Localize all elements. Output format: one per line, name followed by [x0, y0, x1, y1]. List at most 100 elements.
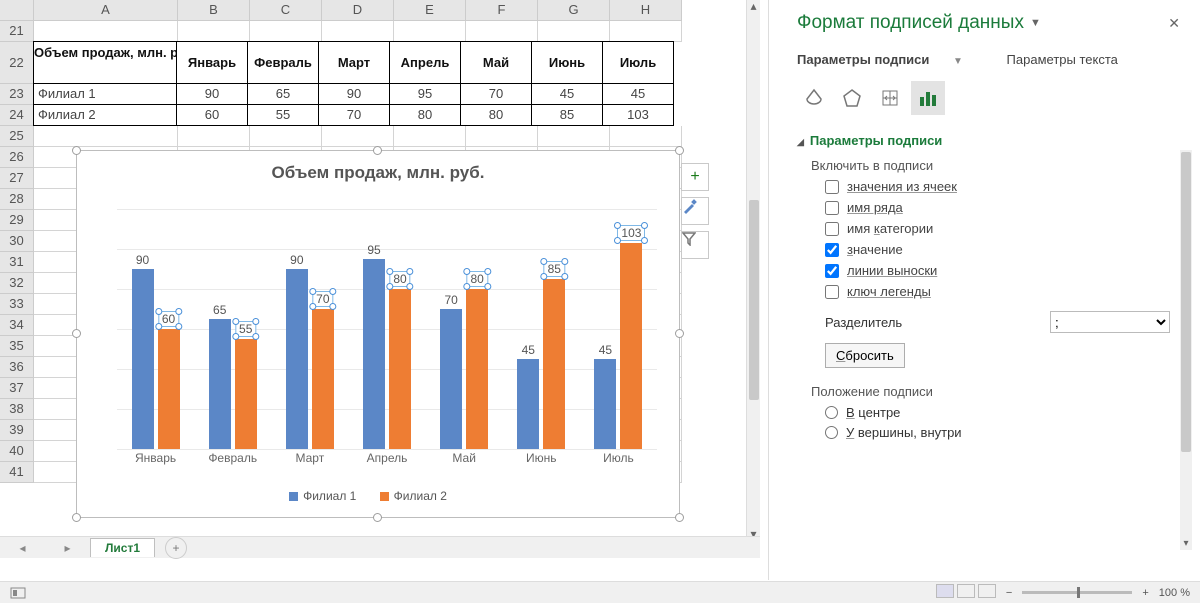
table-cell[interactable]: 80 — [460, 104, 532, 126]
cell[interactable] — [250, 21, 322, 42]
column-header[interactable]: F — [466, 0, 538, 21]
fill-line-tab-icon[interactable] — [797, 81, 831, 115]
data-label[interactable]: 65 — [213, 303, 226, 317]
x-axis-label[interactable]: Апрель — [367, 451, 408, 465]
cell[interactable] — [466, 126, 538, 147]
row-header[interactable]: 27 — [0, 168, 34, 189]
table-cell[interactable]: Филиал 2 — [33, 104, 177, 126]
table-cell[interactable]: 85 — [531, 104, 603, 126]
bar[interactable] — [517, 359, 539, 449]
table-cell[interactable]: 55 — [247, 104, 319, 126]
column-header[interactable]: B — [178, 0, 250, 21]
bar[interactable] — [363, 259, 385, 449]
bar[interactable] — [543, 279, 565, 449]
checkbox-category-name[interactable]: имя категории — [825, 221, 1170, 236]
row-header[interactable]: 21 — [0, 21, 34, 42]
table-header-cell[interactable]: Март — [318, 41, 390, 84]
table-header-cell[interactable]: Апрель — [389, 41, 461, 84]
cell[interactable] — [178, 126, 250, 147]
vertical-scrollbar[interactable]: ▴ ▾ — [746, 0, 760, 542]
data-label[interactable]: 90 — [136, 253, 149, 267]
table-header-cell[interactable]: Июль — [602, 41, 674, 84]
pane-dropdown-icon[interactable]: ▼ — [1030, 17, 1041, 29]
cell[interactable] — [34, 126, 178, 147]
bar[interactable] — [312, 309, 334, 449]
cell[interactable] — [394, 126, 466, 147]
row-header[interactable]: 23 — [0, 84, 34, 105]
x-axis-label[interactable]: Июль — [603, 451, 634, 465]
data-label[interactable]: 80 — [389, 271, 410, 287]
row-header[interactable]: 35 — [0, 336, 34, 357]
table-cell[interactable]: 90 — [176, 83, 248, 105]
column-header[interactable]: G — [538, 0, 610, 21]
checkbox-series-name[interactable]: имя ряда — [825, 200, 1170, 215]
label-options-tab-icon[interactable] — [911, 81, 945, 115]
close-pane-button[interactable]: ✕ — [1168, 15, 1180, 32]
record-macro-icon[interactable] — [10, 587, 26, 599]
data-label[interactable]: 45 — [522, 343, 535, 357]
cell[interactable] — [466, 21, 538, 42]
chart-styles-button[interactable] — [681, 197, 709, 225]
data-label[interactable]: 85 — [544, 261, 565, 277]
row-header[interactable]: 24 — [0, 105, 34, 126]
table-cell[interactable]: 45 — [602, 83, 674, 105]
table-cell[interactable]: 80 — [389, 104, 461, 126]
size-tab-icon[interactable] — [873, 81, 907, 115]
x-axis-label[interactable]: Февраль — [208, 451, 257, 465]
table-header-cell[interactable]: Февраль — [247, 41, 319, 84]
legend-item[interactable]: Филиал 2 — [394, 489, 447, 503]
radio-inside-top[interactable]: У вершины, внутри — [825, 425, 1170, 440]
table-cell[interactable]: 90 — [318, 83, 390, 105]
table-cell[interactable]: 103 — [602, 104, 674, 126]
cell[interactable] — [538, 126, 610, 147]
cell[interactable] — [322, 21, 394, 42]
data-label[interactable]: 70 — [444, 293, 457, 307]
x-axis-label[interactable]: Май — [452, 451, 476, 465]
cell[interactable] — [610, 21, 682, 42]
bar[interactable] — [620, 243, 642, 449]
column-header[interactable]: E — [394, 0, 466, 21]
row-header[interactable]: 26 — [0, 147, 34, 168]
sheet-tab[interactable]: Лист1 — [90, 538, 155, 557]
cell[interactable] — [34, 21, 178, 42]
cell[interactable] — [250, 126, 322, 147]
table-header-cell[interactable]: Май — [460, 41, 532, 84]
resize-handle[interactable] — [373, 146, 382, 155]
row-header[interactable]: 37 — [0, 378, 34, 399]
legend-item[interactable]: Филиал 1 — [303, 489, 356, 503]
view-buttons[interactable] — [933, 584, 996, 601]
x-axis-label[interactable]: Январь — [135, 451, 176, 465]
table-cell[interactable]: 70 — [460, 83, 532, 105]
resize-handle[interactable] — [675, 513, 684, 522]
bar[interactable] — [235, 339, 257, 449]
row-header[interactable]: 25 — [0, 126, 34, 147]
resize-handle[interactable] — [72, 146, 81, 155]
scroll-thumb[interactable] — [1181, 152, 1191, 452]
table-header-cell[interactable]: Январь — [176, 41, 248, 84]
chart-title[interactable]: Объем продаж, млн. руб. — [77, 163, 679, 183]
data-label[interactable]: 45 — [599, 343, 612, 357]
zoom-in-button[interactable]: + — [1142, 587, 1148, 599]
checkbox-value[interactable]: значение — [825, 242, 1170, 257]
x-axis-label[interactable]: Июнь — [526, 451, 557, 465]
table-cell[interactable]: 95 — [389, 83, 461, 105]
scroll-down-icon[interactable]: ▾ — [1180, 538, 1192, 550]
bar[interactable] — [594, 359, 616, 449]
pane-scrollbar[interactable]: ▴ ▾ — [1180, 150, 1192, 550]
data-label[interactable]: 80 — [466, 271, 487, 287]
cell[interactable] — [322, 126, 394, 147]
bar[interactable] — [286, 269, 308, 449]
section-header[interactable]: Параметры подписи — [797, 133, 1170, 148]
data-label[interactable]: 55 — [235, 321, 256, 337]
resize-handle[interactable] — [72, 513, 81, 522]
resize-handle[interactable] — [675, 146, 684, 155]
checkbox-cell-values[interactable]: значения из ячеек — [825, 179, 1170, 194]
scroll-up-icon[interactable]: ▴ — [747, 0, 760, 14]
data-label[interactable]: 60 — [158, 311, 179, 327]
table-cell[interactable]: Филиал 1 — [33, 83, 177, 105]
chart-elements-button[interactable]: + — [681, 163, 709, 191]
zoom-level[interactable]: 100 % — [1159, 587, 1190, 599]
tab-text-options[interactable]: Параметры текста — [1007, 52, 1118, 67]
table-header-cell[interactable]: Объем продаж, млн. руб. — [33, 41, 177, 84]
chart-object[interactable]: Объем продаж, млн. руб. 0204060801001209… — [76, 150, 680, 518]
